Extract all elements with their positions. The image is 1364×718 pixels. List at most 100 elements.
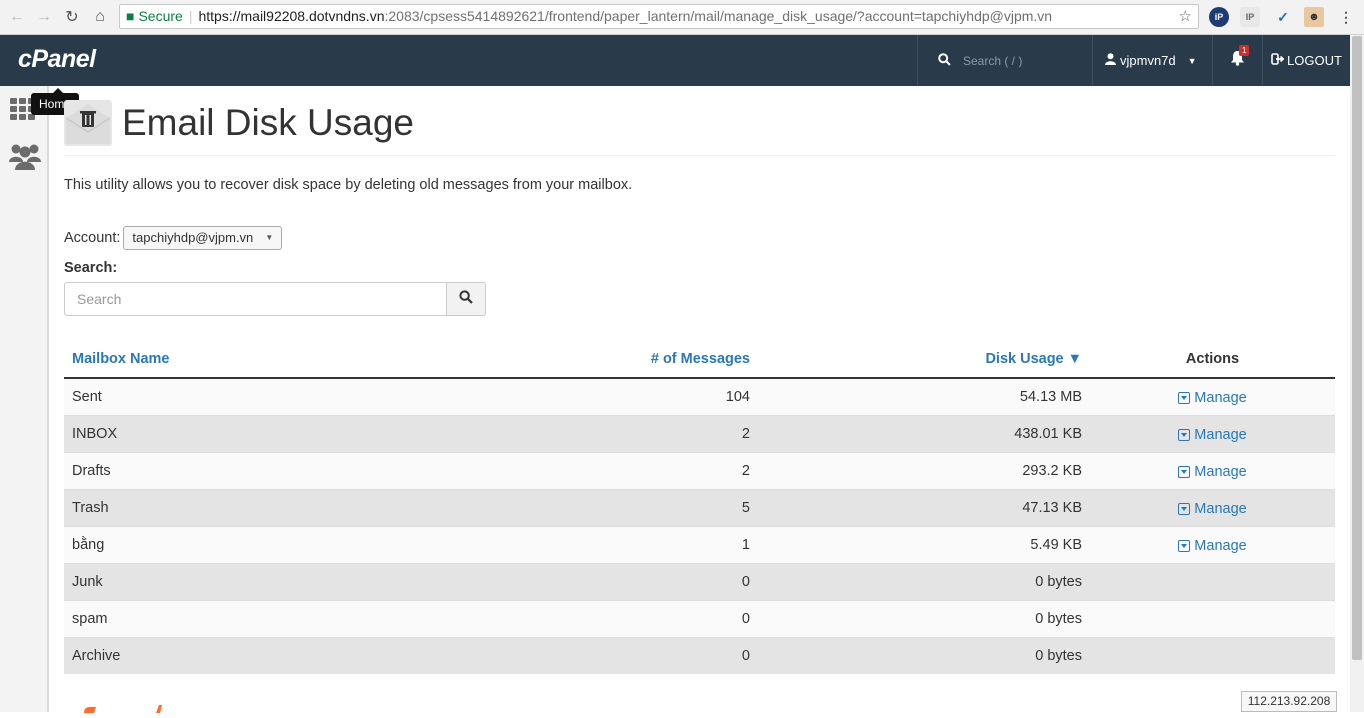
divider [64, 155, 1335, 156]
users-icon[interactable] [8, 142, 42, 172]
actions-cell: Manage [1090, 414, 1335, 452]
table-row: Archive 0 0 bytes [64, 636, 1335, 674]
account-select[interactable]: tapchiyhdp@vjpm.vn ▼ [123, 226, 283, 250]
header-search-input[interactable] [963, 53, 1073, 68]
lock-icon: ■ [126, 8, 135, 24]
column-header-actions: Actions [1090, 340, 1335, 379]
url-path: :2083/cpsess5414892621/frontend/paper_la… [384, 8, 1053, 24]
cpanel-footer-logo [82, 700, 162, 713]
scrollbar-thumb[interactable] [1352, 36, 1362, 660]
header-search[interactable] [917, 35, 1092, 86]
user-icon [1105, 53, 1116, 68]
notification-badge: 1 [1239, 45, 1250, 56]
page-title: Email Disk Usage [122, 102, 414, 143]
manage-label: Manage [1194, 389, 1247, 406]
search-input[interactable] [64, 282, 447, 316]
search-label: Search: [64, 260, 118, 276]
chevron-down-icon: ▼ [1187, 55, 1197, 66]
user-menu[interactable]: vjpmvn7d ▼ [1092, 35, 1212, 86]
manage-button[interactable]: Manage [1178, 500, 1247, 517]
mailbox-name: Archive [64, 636, 444, 674]
caret-square-down-icon [1178, 539, 1191, 552]
forward-icon[interactable]: → [33, 6, 55, 28]
extension-icon[interactable]: ☻ [1304, 7, 1324, 27]
ip-address: 112.213.92.208 [1241, 691, 1337, 712]
mailbox-table: Mailbox Name # of Messages Disk Usage ▼ … [64, 340, 1335, 674]
message-count: 0 [444, 599, 758, 637]
column-header-mailbox-name[interactable]: Mailbox Name [64, 340, 444, 379]
disk-usage: 54.13 MB [758, 377, 1090, 415]
table-row: spam 0 0 bytes [64, 599, 1335, 637]
url-host: https://mail92208.dotvndns.vn [198, 8, 385, 24]
actions-cell: Manage [1090, 525, 1335, 563]
caret-square-down-icon [1178, 428, 1191, 441]
column-header-disk-usage[interactable]: Disk Usage ▼ [758, 340, 1090, 379]
secure-label: Secure [138, 8, 183, 24]
reload-icon[interactable]: ↻ [61, 6, 83, 28]
search-button[interactable] [447, 282, 486, 316]
caret-square-down-icon [1178, 502, 1191, 515]
disk-usage: 47.13 KB [758, 488, 1090, 526]
search-icon [459, 289, 473, 309]
actions-cell [1090, 562, 1335, 600]
menu-icon[interactable]: ⋮ [1336, 7, 1356, 27]
disk-usage: 0 bytes [758, 599, 1090, 637]
cpanel-header: cPanel vjpmvn7d ▼ 1 LOGOUT [0, 35, 1350, 86]
message-count: 0 [444, 636, 758, 674]
disk-usage: 5.49 KB [758, 525, 1090, 563]
address-bar[interactable]: ■ Secure | https://mail92208.dotvndns.vn:20… [119, 4, 1199, 29]
actions-cell: Manage [1090, 488, 1335, 526]
notifications-button[interactable]: 1 [1212, 35, 1262, 86]
message-count: 0 [444, 562, 758, 600]
home-icon[interactable]: ⌂ [89, 6, 111, 28]
mailbox-name: Sent [64, 377, 444, 415]
message-count: 1 [444, 525, 758, 563]
account-value: tapchiyhdp@vjpm.vn [132, 230, 254, 245]
manage-button[interactable]: Manage [1178, 537, 1247, 554]
mailbox-name: spam [64, 599, 444, 637]
mailbox-search [64, 282, 486, 316]
manage-button[interactable]: Manage [1178, 389, 1247, 406]
browser-toolbar: ← → ↻ ⌂ ■ Secure | https://mail92208.dotvnd… [0, 0, 1364, 35]
message-count: 5 [444, 488, 758, 526]
extension-icon[interactable]: IP [1240, 7, 1260, 27]
message-count: 104 [444, 377, 758, 415]
table-row: INBOX 2 438.01 KB Manage [64, 414, 1335, 452]
logout-button[interactable]: LOGOUT [1262, 35, 1350, 86]
disk-usage: 438.01 KB [758, 414, 1090, 452]
extension-icon[interactable]: ✓ [1273, 7, 1293, 27]
cpanel-logo[interactable]: cPanel [18, 45, 96, 74]
manage-label: Manage [1194, 537, 1247, 554]
caret-square-down-icon [1178, 465, 1191, 478]
manage-label: Manage [1194, 500, 1247, 517]
table-row: Sent 104 54.13 MB Manage [64, 377, 1335, 415]
disk-usage: 0 bytes [758, 636, 1090, 674]
actions-cell: Manage [1090, 377, 1335, 415]
manage-button[interactable]: Manage [1178, 426, 1247, 443]
disk-usage: 293.2 KB [758, 451, 1090, 489]
manage-label: Manage [1194, 463, 1247, 480]
manage-label: Manage [1194, 426, 1247, 443]
message-count: 2 [444, 414, 758, 452]
star-icon[interactable]: ☆ [1179, 5, 1192, 28]
column-header-messages[interactable]: # of Messages [444, 340, 758, 379]
mailbox-name: Junk [64, 562, 444, 600]
mailbox-name: Drafts [64, 451, 444, 489]
mailbox-name: INBOX [64, 414, 444, 452]
chevron-down-icon: ▼ [265, 233, 274, 242]
mail-trash-icon [64, 100, 112, 146]
extension-icon[interactable]: iP [1209, 7, 1229, 27]
username: vjpmvn7d [1120, 53, 1176, 68]
table-row: Junk 0 0 bytes [64, 562, 1335, 600]
mailbox-name: bằng [64, 525, 444, 563]
table-row: Drafts 2 293.2 KB Manage [64, 451, 1335, 489]
actions-cell [1090, 599, 1335, 637]
message-count: 2 [444, 451, 758, 489]
sidebar [0, 86, 49, 712]
actions-cell [1090, 636, 1335, 674]
manage-button[interactable]: Manage [1178, 463, 1247, 480]
account-row: Account: tapchiyhdp@vjpm.vn ▼ [64, 226, 283, 250]
page-description: This utility allows you to recover disk … [64, 177, 633, 193]
back-icon[interactable]: ← [6, 6, 28, 28]
disk-usage: 0 bytes [758, 562, 1090, 600]
